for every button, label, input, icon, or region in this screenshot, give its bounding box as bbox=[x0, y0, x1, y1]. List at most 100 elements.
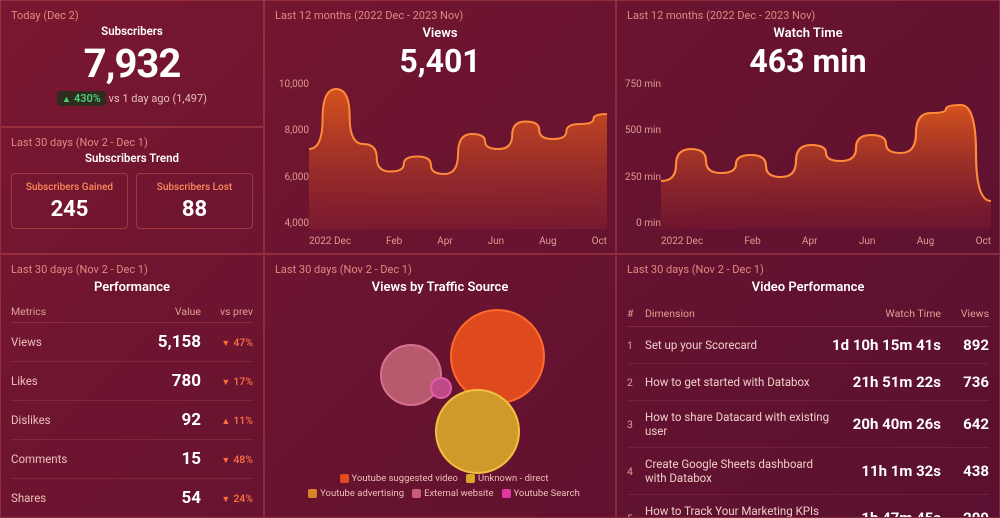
range-label: Last 30 days (Nov 2 - Dec 1) bbox=[11, 136, 253, 149]
video-views: 209 bbox=[941, 495, 989, 518]
table-row[interactable]: Comments1548% bbox=[11, 440, 253, 479]
row-index: 3 bbox=[627, 401, 645, 448]
panel-title: Views by Traffic Source bbox=[275, 280, 605, 295]
table-row[interactable]: 4Create Google Sheets dashboard with Dat… bbox=[627, 448, 989, 495]
table-row[interactable]: Shares5424% bbox=[11, 479, 253, 518]
metric-delta: 11% bbox=[201, 401, 253, 440]
video-dimension: Create Google Sheets dashboard with Data… bbox=[645, 448, 832, 495]
row-index: 2 bbox=[627, 364, 645, 401]
video-dimension: Set up your Scorecard bbox=[645, 327, 832, 364]
col-metrics: Metrics bbox=[11, 301, 107, 323]
video-watchtime: 20h 40m 26s bbox=[832, 401, 941, 448]
video-watchtime: 1h 47m 45s bbox=[832, 495, 941, 518]
watchtime-total: 463 min bbox=[627, 45, 989, 77]
table-row[interactable]: 2How to get started with Databox21h 51m … bbox=[627, 364, 989, 401]
range-label: Last 12 months (2022 Dec - 2023 Nov) bbox=[275, 9, 605, 22]
video-dimension: How to share Datacard with existing user bbox=[645, 401, 832, 448]
trend-gained-label: Subscribers Gained bbox=[18, 182, 121, 193]
metric-name: Likes bbox=[11, 362, 107, 401]
panel-title: Watch Time bbox=[627, 26, 989, 41]
watch-area-svg bbox=[661, 79, 991, 229]
panel-traffic-source: Last 30 days (Nov 2 - Dec 1) Views by Tr… bbox=[264, 254, 616, 518]
video-watchtime: 1d 10h 15m 41s bbox=[832, 327, 941, 364]
y-axis-ticks: 750 min500 min250 min0 min bbox=[621, 79, 661, 229]
bubble-youtube-advertising[interactable] bbox=[380, 344, 442, 406]
table-row[interactable]: 3How to share Datacard with existing use… bbox=[627, 401, 989, 448]
range-label: Last 30 days (Nov 2 - Dec 1) bbox=[627, 263, 989, 276]
range-label: Last 30 days (Nov 2 - Dec 1) bbox=[275, 263, 605, 276]
trend-lost-label: Subscribers Lost bbox=[143, 182, 246, 193]
dashboard-grid: Today (Dec 2) Subscribers 7,932 430% vs … bbox=[0, 0, 1000, 518]
table-row[interactable]: Likes78017% bbox=[11, 362, 253, 401]
col-dimension: Dimension bbox=[645, 301, 832, 327]
traffic-legend: Youtube suggested videoUnknown - directY… bbox=[275, 471, 605, 501]
trend-gained-box[interactable]: Subscribers Gained 245 bbox=[11, 173, 128, 229]
trend-lost-value: 88 bbox=[143, 197, 246, 222]
metric-value: 54 bbox=[107, 479, 201, 518]
panel-title: Views bbox=[275, 26, 605, 41]
panel-watchtime-chart: Last 12 months (2022 Dec - 2023 Nov) Wat… bbox=[616, 0, 1000, 254]
trend-gained-value: 245 bbox=[18, 197, 121, 222]
bubble-youtube-suggested-video[interactable] bbox=[450, 309, 545, 404]
views-area-svg bbox=[309, 79, 607, 229]
panel-title: Subscribers Trend bbox=[11, 151, 253, 165]
range-label: Today (Dec 2) bbox=[11, 9, 253, 22]
panel-views-chart: Last 12 months (2022 Dec - 2023 Nov) Vie… bbox=[264, 0, 616, 254]
col-idx: # bbox=[627, 301, 645, 327]
table-row[interactable]: Views5,15847% bbox=[11, 323, 253, 362]
col-value: Value bbox=[107, 301, 201, 323]
panel-performance: Last 30 days (Nov 2 - Dec 1) Performance… bbox=[0, 254, 264, 518]
panel-subscribers: Today (Dec 2) Subscribers 7,932 430% vs … bbox=[0, 0, 264, 127]
trend-lost-box[interactable]: Subscribers Lost 88 bbox=[136, 173, 253, 229]
metric-value: 15 bbox=[107, 440, 201, 479]
metric-value: 780 bbox=[107, 362, 201, 401]
row-index: 5 bbox=[627, 495, 645, 518]
panel-title: Video Performance bbox=[627, 280, 989, 295]
panel-title: Performance bbox=[11, 280, 253, 295]
video-views: 438 bbox=[941, 448, 989, 495]
metric-delta: 17% bbox=[201, 362, 253, 401]
metric-delta: 24% bbox=[201, 479, 253, 518]
delta-pct: 430% bbox=[57, 91, 106, 106]
y-axis-ticks: 10,0008,0006,0004,000 bbox=[269, 79, 309, 229]
x-axis-ticks: 2022 DecFebAprJunAugOct bbox=[661, 236, 991, 247]
video-watchtime: 21h 51m 22s bbox=[832, 364, 941, 401]
range-label: Last 12 months (2022 Dec - 2023 Nov) bbox=[627, 9, 989, 22]
panel-video-performance: Last 30 days (Nov 2 - Dec 1) Video Perfo… bbox=[616, 254, 1000, 518]
table-row[interactable]: 5How to Track Your Marketing KPIs Quickl… bbox=[627, 495, 989, 518]
metric-delta: 47% bbox=[201, 323, 253, 362]
row-index: 4 bbox=[627, 448, 645, 495]
bubble-unknown---direct[interactable] bbox=[435, 389, 520, 474]
col-views: Views bbox=[941, 301, 989, 327]
delta-ref: vs 1 day ago (1,497) bbox=[109, 92, 207, 105]
range-label: Last 30 days (Nov 2 - Dec 1) bbox=[11, 263, 253, 276]
panel-subscribers-trend: Last 30 days (Nov 2 - Dec 1) Subscribers… bbox=[0, 127, 264, 254]
metric-delta: 48% bbox=[201, 440, 253, 479]
subscribers-value: 7,932 bbox=[11, 44, 253, 84]
row-index: 1 bbox=[627, 327, 645, 364]
col-watchtime: Watch Time bbox=[832, 301, 941, 327]
table-row[interactable]: 1Set up your Scorecard1d 10h 15m 41s892 bbox=[627, 327, 989, 364]
performance-table: Metrics Value vs prev Views5,15847%Likes… bbox=[11, 301, 253, 518]
video-views: 892 bbox=[941, 327, 989, 364]
video-views: 736 bbox=[941, 364, 989, 401]
metric-value: 92 bbox=[107, 401, 201, 440]
views-total: 5,401 bbox=[275, 45, 605, 77]
metric-name: Shares bbox=[11, 479, 107, 518]
video-views: 642 bbox=[941, 401, 989, 448]
video-dimension: How to get started with Databox bbox=[645, 364, 832, 401]
table-row[interactable]: Dislikes9211% bbox=[11, 401, 253, 440]
video-performance-table: # Dimension Watch Time Views 1Set up you… bbox=[627, 301, 989, 518]
views-chart-area[interactable] bbox=[309, 79, 607, 229]
metric-value: 5,158 bbox=[107, 323, 201, 362]
video-dimension: How to Track Your Marketing KPIs Quickly bbox=[645, 495, 832, 518]
metric-name: Comments bbox=[11, 440, 107, 479]
delta-row: 430% vs 1 day ago (1,497) bbox=[11, 92, 253, 105]
watch-chart-area[interactable] bbox=[661, 79, 991, 229]
video-watchtime: 11h 1m 32s bbox=[832, 448, 941, 495]
bubble-chart[interactable] bbox=[275, 299, 605, 469]
col-vsprev: vs prev bbox=[201, 301, 253, 323]
bubble-external-website[interactable] bbox=[430, 377, 452, 399]
x-axis-ticks: 2022 DecFebAprJunAugOct bbox=[309, 236, 607, 247]
metric-name: Views bbox=[11, 323, 107, 362]
